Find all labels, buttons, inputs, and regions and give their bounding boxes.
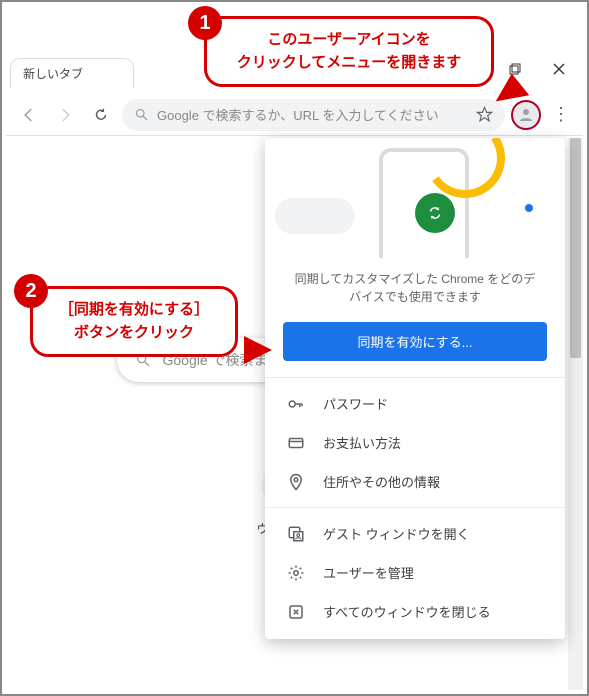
scrollbar-thumb[interactable]: [570, 138, 581, 358]
close-all-icon: [287, 603, 305, 621]
menu-separator: [265, 377, 565, 378]
tab-title: 新しいタブ: [23, 67, 83, 81]
menu-item-label: 住所やその他の情報: [323, 472, 440, 491]
menu-separator: [265, 507, 565, 508]
menu-kebab-button[interactable]: ⋮: [547, 101, 575, 129]
annotation-callout-2: ［同期を有効にする］ ボタンをクリック: [30, 286, 238, 357]
annotation-callout-1: このユーザーアイコンを クリックしてメニューを開きます: [204, 16, 494, 87]
menu-item-label: すべてのウィンドウを閉じる: [323, 602, 491, 621]
pin-icon: [287, 473, 305, 491]
menu-item-guest[interactable]: ゲスト ウィンドウを開く: [265, 514, 565, 553]
close-window-button[interactable]: [537, 54, 581, 84]
menu-item-addresses[interactable]: 住所やその他の情報: [265, 462, 565, 501]
profile-menu-description: 同期してカスタマイズした Chrome をどのデバイスでも使用できます: [265, 258, 565, 322]
tab-strip: 新しいタブ: [10, 58, 134, 88]
menu-item-payments[interactable]: お支払い方法: [265, 423, 565, 462]
window-controls: [493, 54, 581, 84]
card-icon: [287, 434, 305, 452]
vertical-scrollbar[interactable]: [568, 138, 583, 690]
menu-item-close-all[interactable]: すべてのウィンドウを閉じる: [265, 592, 565, 631]
reload-button[interactable]: [86, 100, 116, 130]
omnibox[interactable]: Google で検索するか、URL を入力してください: [122, 99, 505, 131]
annotation-arrow-2: [244, 336, 272, 364]
search-icon: [134, 107, 149, 122]
annotation-badge-1: 1: [188, 6, 222, 40]
forward-button: [50, 100, 80, 130]
profile-menu: 同期してカスタマイズした Chrome をどのデバイスでも使用できます 同期を有…: [265, 138, 565, 639]
omnibox-placeholder: Google で検索するか、URL を入力してください: [157, 105, 439, 124]
menu-item-label: パスワード: [323, 394, 388, 413]
menu-item-label: お支払い方法: [323, 433, 401, 452]
sync-icon: [415, 193, 455, 233]
menu-item-label: ユーザーを管理: [323, 563, 414, 582]
callout-text: ［同期を有効にする］: [49, 299, 219, 322]
key-icon: [287, 395, 305, 413]
profile-menu-illustration: [265, 138, 565, 258]
gear-icon: [287, 564, 305, 582]
callout-text: クリックしてメニューを開きます: [223, 52, 475, 75]
menu-item-passwords[interactable]: パスワード: [265, 384, 565, 423]
callout-text: このユーザーアイコンを: [223, 29, 475, 52]
enable-sync-button[interactable]: 同期を有効にする...: [283, 322, 547, 361]
bookmark-star-icon[interactable]: [476, 106, 493, 123]
menu-item-manage-users[interactable]: ユーザーを管理: [265, 553, 565, 592]
back-button[interactable]: [14, 100, 44, 130]
menu-item-label: ゲスト ウィンドウを開く: [323, 524, 470, 543]
annotation-badge-2: 2: [14, 274, 48, 308]
callout-text: ボタンをクリック: [49, 322, 219, 345]
tab-new[interactable]: 新しいタブ: [10, 58, 134, 88]
guest-icon: [287, 525, 305, 543]
